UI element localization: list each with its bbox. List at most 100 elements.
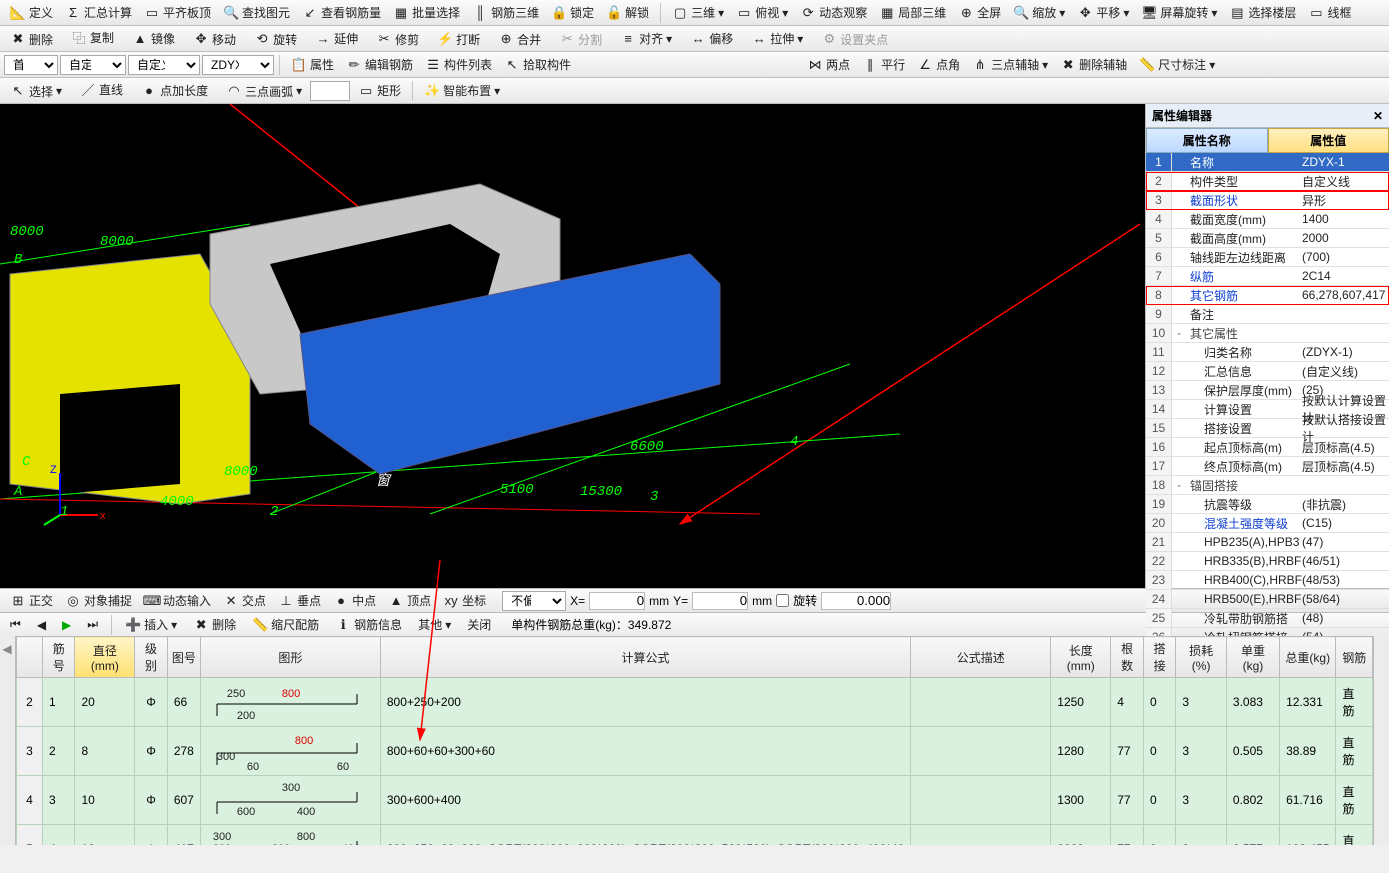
status-中点-button[interactable]: ●中点 <box>327 589 382 611</box>
rebar-side-strip[interactable]: ◀ <box>0 636 16 845</box>
status-动态输入-button[interactable]: ⌨动态输入 <box>138 590 217 612</box>
prop-row-20[interactable]: 20 混凝土强度等级 (C15) <box>1146 514 1389 533</box>
prop-row-5[interactable]: 5 截面高度(mm) 2000 <box>1146 229 1389 248</box>
线框-button[interactable]: ▭线框 <box>1302 2 1357 24</box>
custom-select[interactable]: 自定义 <box>60 55 126 75</box>
修剪-button[interactable]: ✂修剪 <box>370 28 425 50</box>
锁定-button[interactable]: 🔒锁定 <box>545 2 600 24</box>
rebar-col-3[interactable]: 级别 <box>135 637 168 678</box>
prop-row-16[interactable]: 16 起点顶标高(m) 层顶标高(4.5) <box>1146 438 1389 457</box>
点角-button[interactable]: ∠点角 <box>911 54 966 76</box>
rebar-col-10[interactable]: 搭接 <box>1143 637 1175 678</box>
拾取构件-button[interactable]: ↖拾取构件 <box>498 54 577 76</box>
delete-button[interactable]: ✖删除 <box>187 614 242 636</box>
status-垂点-button[interactable]: ⊥垂点 <box>272 590 327 612</box>
prop-row-6[interactable]: 6 轴线距左边线距离 (700) <box>1146 248 1389 267</box>
拉伸-button[interactable]: ↔拉伸 ▾ <box>745 28 809 50</box>
编辑钢筋-button[interactable]: ✏编辑钢筋 <box>340 54 419 76</box>
选择楼层-button[interactable]: ▤选择楼层 <box>1223 2 1302 24</box>
rebar-col-9[interactable]: 根数 <box>1111 637 1144 678</box>
选择-button[interactable]: ↖选择 ▾ <box>4 80 68 102</box>
nav-prev-icon[interactable]: ◀ <box>31 614 52 636</box>
status-坐标-button[interactable]: xy坐标 <box>437 589 492 611</box>
平行-button[interactable]: ∥平行 <box>856 54 911 76</box>
屏幕旋转-button[interactable]: 🖥屏幕旋转 ▾ <box>1135 2 1223 24</box>
table-row[interactable]: 3 28Φ278 3006080060 800+60+60+300+60 128… <box>17 727 1373 776</box>
rebar-col-11[interactable]: 损耗(%) <box>1176 637 1227 678</box>
prop-row-2[interactable]: 2 构件类型 自定义线 <box>1146 172 1389 191</box>
动态观察-button[interactable]: ⟳动态观察 <box>794 2 873 24</box>
平移-button[interactable]: ✥平移 ▾ <box>1071 2 1135 24</box>
平齐板顶-button[interactable]: ▭平齐板顶 <box>138 2 217 24</box>
scale-button[interactable]: 📏缩尺配筋 <box>246 614 325 636</box>
rebar-col-4[interactable]: 图号 <box>167 637 200 678</box>
rotate-input[interactable] <box>821 592 891 610</box>
俯视-button[interactable]: ▭俯视 ▾ <box>730 2 794 24</box>
coord-y-input[interactable] <box>692 592 748 610</box>
status-对象捕捉-button[interactable]: ◎对象捕捉 <box>59 590 138 612</box>
other-button[interactable]: 其他 ▾ <box>412 614 457 636</box>
三点画弧-button[interactable]: ◠三点画弧 ▾ <box>220 80 308 102</box>
旋转-button[interactable]: ⟲旋转 <box>248 28 303 50</box>
删除-button[interactable]: ✖删除 <box>4 28 59 50</box>
定义-button[interactable]: 📐定义 <box>4 2 59 24</box>
coord-x-input[interactable] <box>589 592 645 610</box>
批量选择-button[interactable]: ▦批量选择 <box>387 2 466 24</box>
三维-button[interactable]: ▢三维 ▾ <box>666 2 730 24</box>
prop-row-7[interactable]: 7 纵筋 2C14 <box>1146 267 1389 286</box>
汇总计算-button[interactable]: Σ汇总计算 <box>59 1 138 23</box>
rebar-col-0[interactable] <box>17 637 43 678</box>
移动-button[interactable]: ✥移动 <box>187 28 242 50</box>
prop-row-3[interactable]: 3 截面形状 异形 <box>1146 191 1389 210</box>
nav-last-icon[interactable]: ⏭ <box>81 614 104 636</box>
info-button[interactable]: ℹ钢筋信息 <box>329 614 408 636</box>
rebar-col-12[interactable]: 单重(kg) <box>1226 637 1279 678</box>
offset-select[interactable]: 不偏移 <box>502 591 566 611</box>
prop-row-24[interactable]: 24 HRB500(E),HRBF (58/64) <box>1146 590 1389 609</box>
draw-num-input[interactable] <box>310 81 350 101</box>
prop-row-12[interactable]: 12 汇总信息 (自定义线) <box>1146 362 1389 381</box>
复制-button[interactable]: ⿻复制 <box>65 27 120 49</box>
prop-row-11[interactable]: 11 归类名称 (ZDYX-1) <box>1146 343 1389 362</box>
prop-row-15[interactable]: 15 搭接设置 按默认搭接设置计 <box>1146 419 1389 438</box>
table-row[interactable]: 5 412Φ417 300200520800300300400400 800+2… <box>17 825 1373 846</box>
close-icon[interactable]: ✕ <box>1373 109 1383 123</box>
缩放-button[interactable]: 🔍缩放 ▾ <box>1007 2 1071 24</box>
rebar-col-13[interactable]: 总重(kg) <box>1280 637 1336 678</box>
prop-row-17[interactable]: 17 终点顶标高(m) 层顶标高(4.5) <box>1146 457 1389 476</box>
偏移-button[interactable]: ↔偏移 <box>684 28 739 50</box>
smart-layout-button[interactable]: ✨智能布置 ▾ <box>418 80 506 102</box>
属性-button[interactable]: 📋属性 <box>285 54 340 76</box>
rebar-scrollbar[interactable] <box>1373 636 1389 845</box>
status-交点-button[interactable]: ✕交点 <box>217 590 272 612</box>
nav-next-icon[interactable]: ▶ <box>56 614 77 636</box>
点加长度-button[interactable]: ●点加长度 <box>135 80 214 102</box>
设置夹点-button[interactable]: ⚙设置夹点 <box>815 28 894 50</box>
rotate-checkbox[interactable] <box>776 594 789 607</box>
钢筋三维-button[interactable]: ║钢筋三维 <box>466 1 545 23</box>
status-顶点-button[interactable]: ▲顶点 <box>382 589 437 611</box>
局部三维-button[interactable]: ▦局部三维 <box>873 2 952 24</box>
镜像-button[interactable]: ▲镜像 <box>126 28 181 50</box>
prop-row-1[interactable]: 1 名称 ZDYX-1 <box>1146 153 1389 172</box>
status-正交-button[interactable]: ⊞正交 <box>4 590 59 612</box>
rect-button[interactable]: ▭矩形 <box>352 80 407 102</box>
合并-button[interactable]: ⊕合并 <box>492 28 547 50</box>
直线-button[interactable]: ／直线 <box>74 79 129 101</box>
table-row[interactable]: 2 120Φ66 250800200 800+250+200 1250403 3… <box>17 678 1373 727</box>
floor-select[interactable]: 首层 <box>4 55 58 75</box>
nav-first-icon[interactable]: ⏮ <box>4 614 27 636</box>
对齐-button[interactable]: ≡对齐 ▾ <box>614 28 678 50</box>
insert-button[interactable]: ➕插入 ▾ <box>119 614 183 636</box>
删除辅轴-button[interactable]: ✖删除辅轴 <box>1054 54 1133 76</box>
rebar-col-2[interactable]: 直径(mm) <box>75 637 135 678</box>
prop-row-23[interactable]: 23 HRB400(C),HRBF (48/53) <box>1146 571 1389 590</box>
prop-row-21[interactable]: 21 HPB235(A),HPB3 (47) <box>1146 533 1389 552</box>
rebar-table[interactable]: 筋号直径(mm)级别图号图形计算公式公式描述长度(mm)根数搭接损耗(%)单重(… <box>16 636 1373 845</box>
customline-select[interactable]: 自定义线 <box>128 55 200 75</box>
三点辅轴-button[interactable]: ⋔三点辅轴 ▾ <box>966 54 1054 76</box>
构件列表-button[interactable]: ☰构件列表 <box>419 54 498 76</box>
尺寸标注-button[interactable]: 📏尺寸标注 ▾ <box>1133 54 1221 76</box>
打断-button[interactable]: ⚡打断 <box>431 28 486 50</box>
close-button[interactable]: 关闭 <box>461 614 497 636</box>
